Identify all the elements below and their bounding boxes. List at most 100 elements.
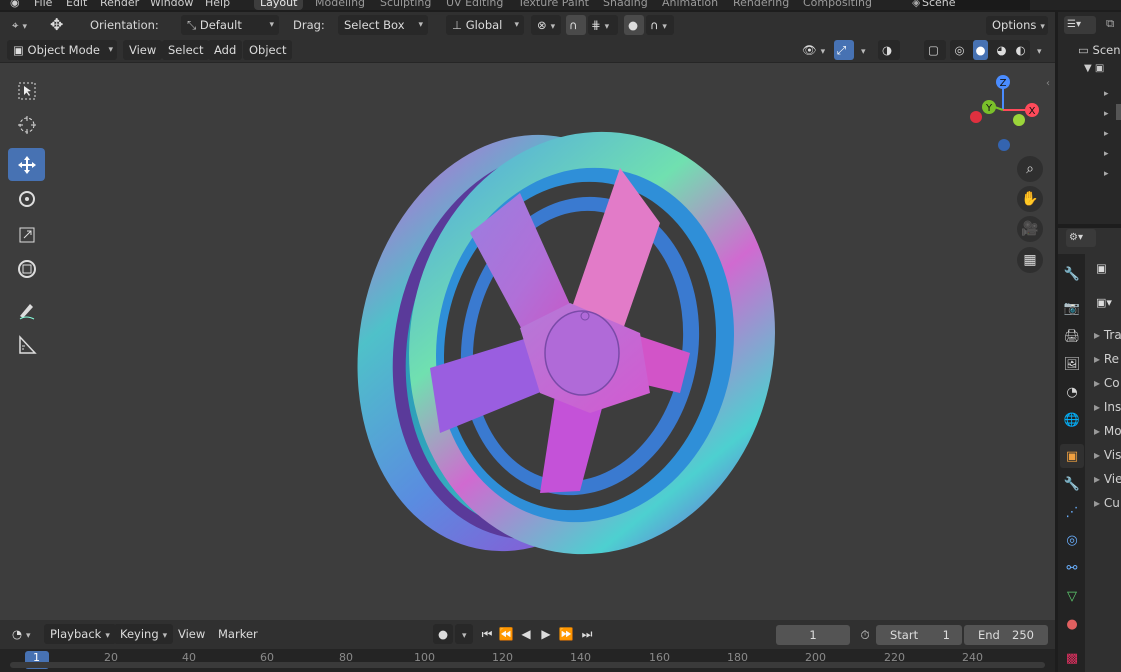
navigation-gizmo[interactable]: Z X Y xyxy=(962,70,1044,160)
cursor-icon[interactable] xyxy=(8,108,45,141)
object-tab-icon[interactable]: ▣ xyxy=(1060,444,1084,468)
select-box-icon[interactable] xyxy=(8,74,45,107)
render-tab-icon[interactable]: 📷 xyxy=(1060,296,1084,320)
transform-icon[interactable] xyxy=(8,252,45,285)
drag-dropdown[interactable]: Select Box ▾ xyxy=(338,15,428,35)
timeline-editor-type[interactable]: ◔ ▾ xyxy=(6,624,37,644)
xray-toggle[interactable]: ▢ xyxy=(924,40,946,60)
output-tab-icon[interactable]: 🖨 xyxy=(1060,324,1084,348)
scene-tab-icon[interactable]: ◔ xyxy=(1060,380,1084,404)
snap-target-dropdown[interactable]: ⋕ ▾ xyxy=(588,15,618,35)
properties-editor-type[interactable]: ⚙▾ xyxy=(1066,229,1096,247)
timeline-view-menu[interactable]: View xyxy=(172,624,211,644)
panel-viewport-display[interactable]: ▸ Vie xyxy=(1094,472,1121,486)
tab-layout[interactable]: Layout xyxy=(254,0,304,10)
tab-compositing[interactable]: Compositing xyxy=(803,0,872,10)
gizmo-neg-x[interactable] xyxy=(970,111,982,123)
playback-dropdown[interactable]: Playback ▾ xyxy=(44,624,116,644)
solid-shading-icon[interactable]: ● xyxy=(973,40,988,60)
proportional-edit-toggle[interactable]: ● xyxy=(624,15,644,35)
gizmo-dropdown[interactable]: ▾ xyxy=(854,40,869,60)
start-frame-field[interactable]: Start 1 xyxy=(876,625,962,645)
snap-toggle[interactable]: ∩ xyxy=(566,15,586,35)
current-frame-field[interactable]: 1 xyxy=(776,625,850,645)
auto-keying-toggle[interactable]: ● xyxy=(433,624,453,644)
material-shading-icon[interactable]: ◕ xyxy=(996,40,1006,60)
annotate-icon[interactable] xyxy=(8,294,45,327)
editor-type-button[interactable]: ⌖ ▾ xyxy=(6,15,33,35)
wheel-model[interactable] xyxy=(0,63,1055,620)
tab-shading[interactable]: Shading xyxy=(603,0,648,10)
panel-visibility[interactable]: ▸ Vis xyxy=(1094,448,1121,462)
timeline-ruler[interactable]: 1 20 40 60 80 100 120 140 160 180 200 22… xyxy=(0,649,1055,672)
timeline-scrollbar[interactable] xyxy=(10,662,1045,668)
panel-motion-paths[interactable]: ▸ Mo xyxy=(1094,424,1121,438)
tab-uv-editing[interactable]: UV Editing xyxy=(446,0,503,10)
scene-selector[interactable]: Scene xyxy=(920,0,1030,10)
camera-icon[interactable]: 🎥 xyxy=(1017,216,1043,242)
panel-relations[interactable]: ▸ Re xyxy=(1094,352,1119,366)
falloff-dropdown[interactable]: ∩ ▾ xyxy=(646,15,674,35)
object-selector[interactable]: ▣▾ xyxy=(1096,296,1112,309)
stopwatch-icon[interactable]: ⏱ xyxy=(856,625,874,645)
menu-file[interactable]: File xyxy=(34,0,52,10)
gizmo-neg-y[interactable] xyxy=(1013,114,1025,126)
menu-window[interactable]: Window xyxy=(150,0,193,10)
gizmo-neg-z[interactable] xyxy=(998,139,1010,151)
play-icon[interactable]: ▶ xyxy=(537,624,555,644)
outliner-scene-collection[interactable]: ▭ Scen xyxy=(1078,43,1121,57)
world-tab-icon[interactable]: 🌐 xyxy=(1060,408,1084,432)
keying-set-dropdown[interactable]: ▾ xyxy=(455,624,473,644)
orientation-dropdown[interactable]: ⤡ Default ▾ xyxy=(181,15,279,35)
panel-instancing[interactable]: ▸ Ins xyxy=(1094,400,1121,414)
tab-sculpting[interactable]: Sculpting xyxy=(380,0,431,10)
next-keyframe-icon[interactable]: ⏩ xyxy=(557,624,575,644)
texture-tab-icon[interactable]: ▩ xyxy=(1060,646,1084,670)
menu-edit[interactable]: Edit xyxy=(66,0,87,10)
tab-modeling[interactable]: Modeling xyxy=(315,0,365,10)
jump-end-icon[interactable]: ⏭ xyxy=(578,624,596,644)
pan-hand-icon[interactable]: ✋ xyxy=(1017,186,1043,212)
menu-render[interactable]: Render xyxy=(100,0,139,10)
outliner-filter-icon[interactable]: ⧉ xyxy=(1106,16,1114,31)
options-dropdown[interactable]: Options ▾ xyxy=(986,16,1048,35)
measure-icon[interactable] xyxy=(8,328,45,361)
prev-keyframe-icon[interactable]: ⏪ xyxy=(497,624,515,644)
tool-tab-icon[interactable]: 🔧 xyxy=(1060,262,1084,286)
scale-icon[interactable] xyxy=(8,218,45,251)
modifier-tab-icon[interactable]: 🔧 xyxy=(1060,472,1084,496)
outliner-editor-type[interactable]: ☰▾ xyxy=(1064,16,1096,34)
3d-viewport[interactable] xyxy=(0,63,1055,620)
menu-help[interactable]: Help xyxy=(205,0,230,10)
rendered-shading-icon[interactable]: ◐ xyxy=(1015,40,1025,60)
mode-dropdown[interactable]: ▣ Object Mode ▾ xyxy=(7,40,117,60)
menu-add[interactable]: Add xyxy=(208,40,243,60)
rotate-icon[interactable] xyxy=(8,182,45,215)
pivot-point-dropdown[interactable]: ⊗ ▾ xyxy=(531,15,561,35)
menu-object[interactable]: Object xyxy=(243,40,293,60)
tab-animation[interactable]: Animation xyxy=(662,0,718,10)
gizmo-toggle[interactable]: ⤢ xyxy=(834,40,854,60)
object-data-tab-icon[interactable]: ▽ xyxy=(1060,584,1084,608)
tab-texture-paint[interactable]: Texture Paint xyxy=(518,0,589,10)
outliner[interactable]: ☰▾ ⧉ ▭ Scen ▼ ▣ ▸ ▸ ▸ ▸ ▸ xyxy=(1058,12,1121,224)
tab-rendering[interactable]: Rendering xyxy=(733,0,789,10)
physics-tab-icon[interactable]: ◎ xyxy=(1060,528,1084,552)
marker-menu[interactable]: Marker xyxy=(212,624,264,644)
grid-perspective-icon[interactable]: ▦ xyxy=(1017,247,1043,273)
constraints-tab-icon[interactable]: ⚯ xyxy=(1060,556,1084,580)
blender-logo-icon[interactable]: ◉ xyxy=(10,0,20,10)
overlays-toggle[interactable]: ◑ xyxy=(878,40,900,60)
visibility-dropdown[interactable]: 👁 ▾ xyxy=(796,40,831,60)
panel-collections[interactable]: ▸ Co xyxy=(1094,376,1120,390)
wireframe-shading-icon[interactable]: ◎ xyxy=(954,40,964,60)
end-frame-field[interactable]: End 250 xyxy=(964,625,1048,645)
particles-tab-icon[interactable]: ⋰ xyxy=(1060,500,1084,524)
menu-select[interactable]: Select xyxy=(162,40,210,60)
zoom-icon[interactable]: ⌕ xyxy=(1017,156,1043,182)
sidebar-toggle-icon[interactable]: ‹ xyxy=(1046,78,1050,89)
shading-dropdown[interactable]: ▾ xyxy=(1030,40,1045,60)
view-layer-tab-icon[interactable]: 🖼 xyxy=(1060,352,1084,376)
outliner-children[interactable]: ▸ ▸ ▸ ▸ ▸ xyxy=(1104,84,1109,184)
keying-dropdown[interactable]: Keying ▾ xyxy=(114,624,174,644)
